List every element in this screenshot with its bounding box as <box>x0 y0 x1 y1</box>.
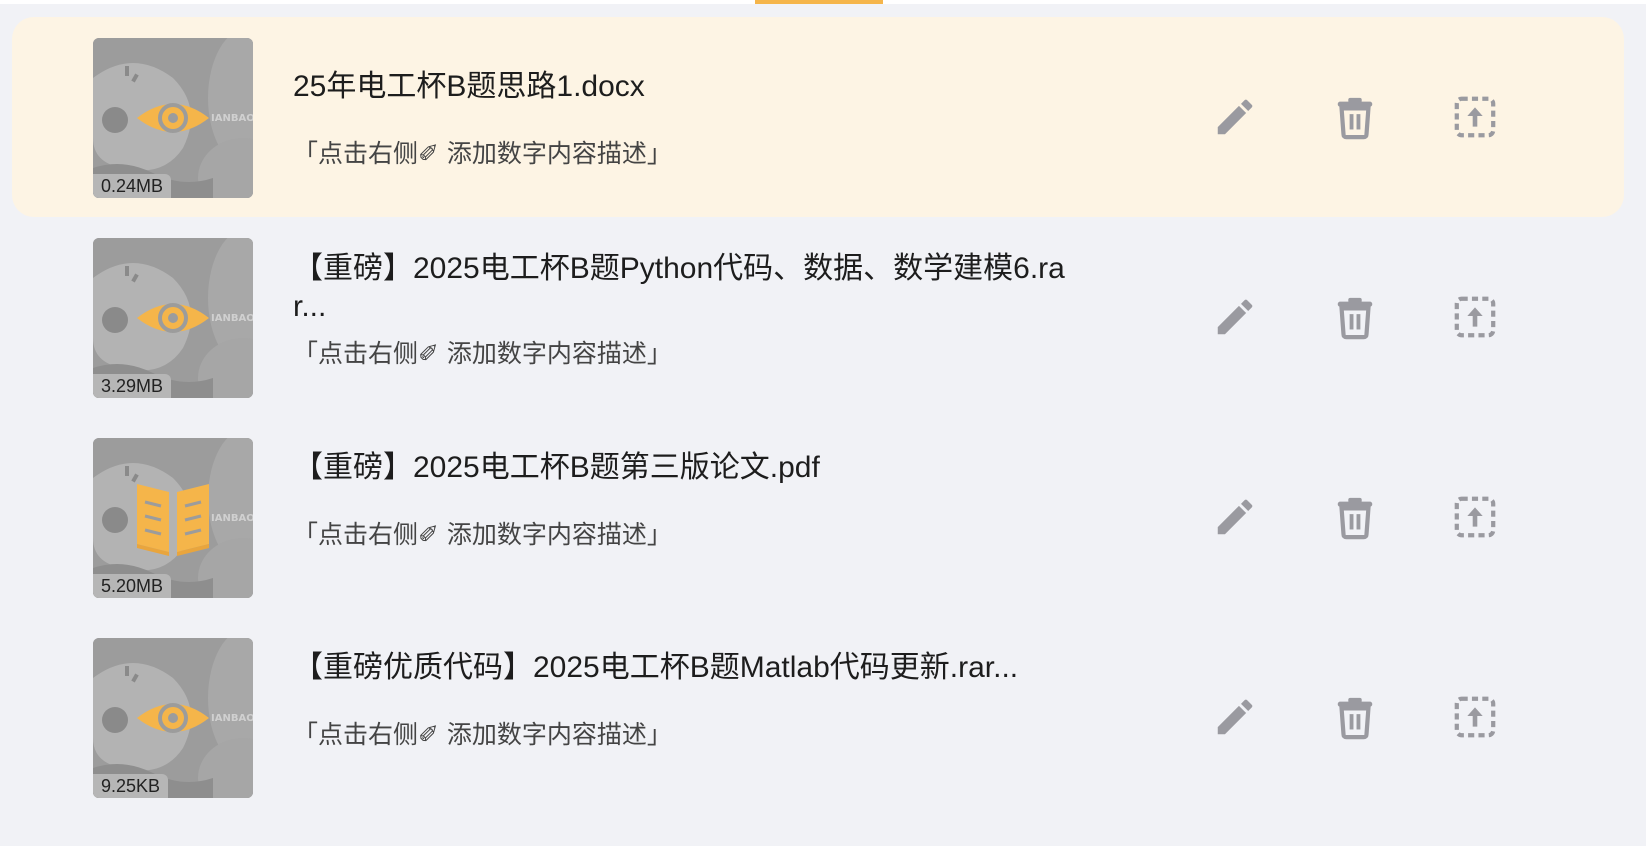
pencil-icon <box>1217 299 1253 335</box>
move-to-top-button[interactable] <box>1452 294 1498 340</box>
trash-icon <box>1337 97 1373 140</box>
upload-icon <box>1454 696 1496 738</box>
file-title[interactable]: 【重磅】2025电工杯B题第三版论文.pdf <box>293 449 1083 487</box>
file-thumbnail[interactable]: IANBAO 9.25KB <box>93 638 253 798</box>
edit-button[interactable] <box>1212 494 1258 540</box>
file-row[interactable]: IANBAO 0.24MB 25年电工杯B题思路1.docx 「点击右侧✐ 添加… <box>12 17 1624 217</box>
file-thumbnail[interactable]: IANBAO 5.20MB <box>93 438 253 598</box>
move-to-top-button[interactable] <box>1452 694 1498 740</box>
trash-icon <box>1337 497 1373 540</box>
file-description: 「点击右侧✐ 添加数字内容描述」 <box>293 339 672 368</box>
pencil-icon <box>1217 499 1253 535</box>
file-size-badge: 0.24MB <box>93 174 172 198</box>
trash-icon <box>1337 297 1373 340</box>
file-title[interactable]: 【重磅】2025电工杯B题Python代码、数据、数学建模6.rar... <box>293 250 1083 326</box>
file-thumbnail[interactable]: IANBAO 0.24MB <box>93 38 253 198</box>
file-size-badge: 3.29MB <box>93 374 172 398</box>
delete-button[interactable] <box>1332 94 1378 140</box>
file-row[interactable]: IANBAO 3.29MB 【重磅】2025电工杯B题Python代码、数据、数… <box>12 217 1624 417</box>
active-tab-indicator <box>755 0 883 4</box>
pencil-icon <box>1217 699 1253 735</box>
file-description: 「点击右侧✐ 添加数字内容描述」 <box>293 520 672 549</box>
delete-button[interactable] <box>1332 494 1378 540</box>
edit-button[interactable] <box>1212 294 1258 340</box>
file-title[interactable]: 25年电工杯B题思路1.docx <box>293 68 1083 106</box>
file-description: 「点击右侧✐ 添加数字内容描述」 <box>293 720 672 749</box>
upload-icon <box>1454 496 1496 538</box>
file-description: 「点击右侧✐ 添加数字内容描述」 <box>293 139 672 168</box>
edit-button[interactable] <box>1212 94 1258 140</box>
move-to-top-button[interactable] <box>1452 494 1498 540</box>
file-size-badge: 9.25KB <box>93 774 169 798</box>
delete-button[interactable] <box>1332 694 1378 740</box>
trash-icon <box>1337 697 1373 740</box>
file-row[interactable]: IANBAO 9.25KB 【重磅优质代码】2025电工杯B题Matlab代码更… <box>12 617 1624 817</box>
file-row[interactable]: IANBAO 5.20MB 【重磅】2025电工杯B题第三版论文.pdf 「点击… <box>12 417 1624 617</box>
pencil-icon <box>1217 99 1253 135</box>
upload-icon <box>1454 96 1496 138</box>
file-list: IANBAO 0.24MB 25年电工杯B题思路1.docx 「点击右侧✐ 添加… <box>12 17 1624 817</box>
file-title[interactable]: 【重磅优质代码】2025电工杯B题Matlab代码更新.rar... <box>293 649 1083 687</box>
edit-button[interactable] <box>1212 694 1258 740</box>
file-thumbnail[interactable]: IANBAO 3.29MB <box>93 238 253 398</box>
delete-button[interactable] <box>1332 294 1378 340</box>
file-size-badge: 5.20MB <box>93 574 172 598</box>
upload-icon <box>1454 296 1496 338</box>
move-to-top-button[interactable] <box>1452 94 1498 140</box>
